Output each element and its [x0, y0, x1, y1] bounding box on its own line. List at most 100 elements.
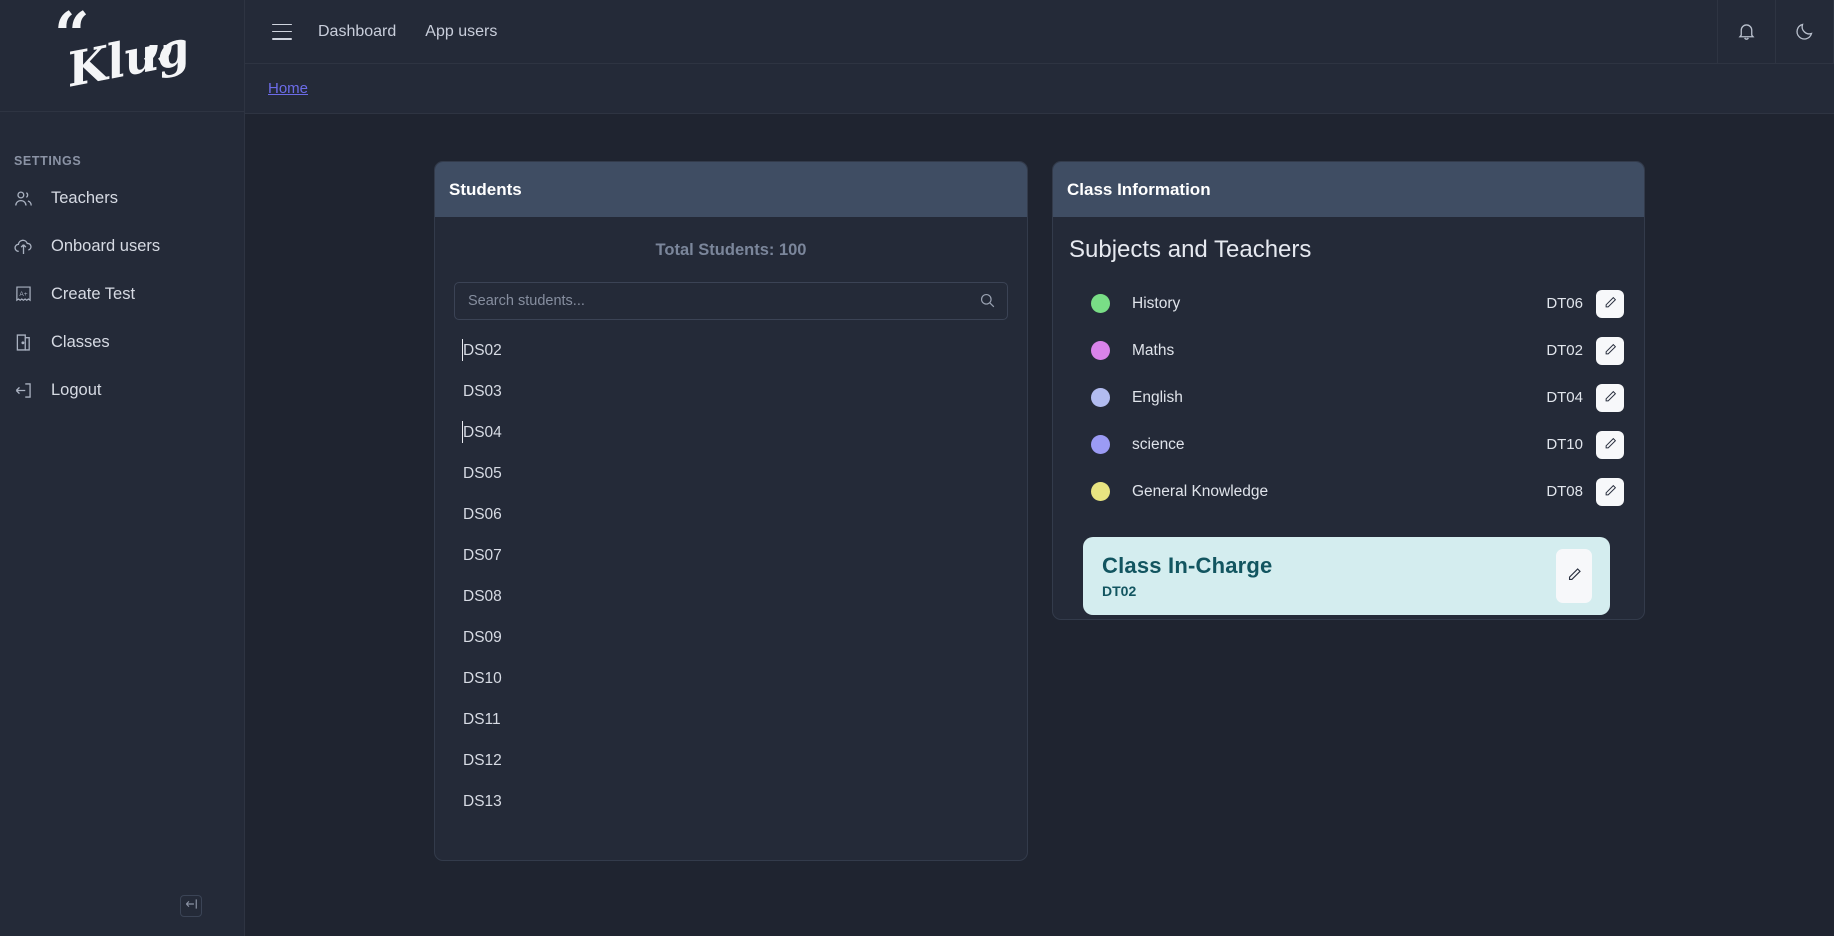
subject-row[interactable]: History DT06 [1069, 280, 1624, 327]
bell-icon[interactable] [1717, 0, 1775, 64]
sidebar-item-create-test[interactable]: A+ Create Test [0, 270, 244, 318]
class-in-charge-card[interactable]: Class In-Charge DT02 [1083, 537, 1610, 615]
subject-row[interactable]: science DT10 [1069, 421, 1624, 468]
student-id: DS10 [463, 670, 502, 688]
sidebar-item-teachers[interactable]: Teachers [0, 174, 244, 222]
subject-row[interactable]: General Knowledge DT08 [1069, 468, 1624, 515]
list-item[interactable]: DS02 [435, 330, 1027, 371]
logout-icon [13, 380, 34, 401]
top-bar: Dashboard App users [245, 0, 1834, 64]
edit-subject-button[interactable] [1596, 384, 1624, 412]
student-id: DS09 [463, 629, 502, 647]
student-id: DS03 [463, 383, 502, 401]
hamburger-icon[interactable] [272, 24, 292, 40]
subject-name: General Knowledge [1132, 483, 1268, 501]
moon-icon[interactable] [1775, 0, 1833, 64]
total-students-label: Total Students: 100 [435, 217, 1027, 260]
quote-close-glyph: ” [141, 38, 177, 100]
student-id: DS04 [463, 424, 502, 442]
teacher-code: DT10 [1546, 436, 1583, 453]
sidebar-item-logout[interactable]: Logout [0, 366, 244, 414]
pencil-icon [1566, 566, 1583, 586]
student-id: DS13 [463, 793, 502, 811]
teacher-code: DT02 [1546, 342, 1583, 359]
list-item[interactable]: DS07 [435, 535, 1027, 576]
subject-row[interactable]: English DT04 [1069, 374, 1624, 421]
class-in-charge-title: Class In-Charge [1102, 553, 1273, 579]
list-item-selected[interactable]: DS04 [435, 412, 1027, 453]
teacher-code: DT04 [1546, 389, 1583, 406]
search-input[interactable] [454, 282, 1008, 320]
class-panel-body: Subjects and Teachers History DT06 [1053, 217, 1644, 620]
student-id: DS02 [463, 342, 502, 360]
class-panel-title: Class Information [1053, 162, 1644, 217]
student-id: DS08 [463, 588, 502, 606]
subject-color-dot [1091, 435, 1110, 454]
list-item[interactable]: DS13 [435, 781, 1027, 822]
list-item[interactable]: DS10 [435, 658, 1027, 699]
top-nav: Dashboard App users [318, 23, 497, 41]
list-item[interactable]: DS11 [435, 699, 1027, 740]
student-id: DS06 [463, 506, 502, 524]
door-icon [13, 332, 34, 353]
breadcrumb: Home [245, 64, 1834, 114]
students-panel-title: Students [435, 162, 1027, 217]
list-item[interactable]: DS06 [435, 494, 1027, 535]
subject-color-dot [1091, 388, 1110, 407]
sidebar-item-onboard-users[interactable]: Onboard users [0, 222, 244, 270]
brand-logo[interactable]: “ Klug ” [0, 0, 244, 112]
subject-name: science [1132, 436, 1185, 454]
sidebar-collapse-button[interactable] [180, 895, 202, 917]
collapse-left-icon [184, 897, 198, 916]
test-paper-icon: A+ [13, 284, 34, 305]
student-id: DS07 [463, 547, 502, 565]
class-in-charge-teacher: DT02 [1102, 583, 1273, 599]
top-nav-app-users[interactable]: App users [425, 23, 497, 41]
teacher-code: DT06 [1546, 295, 1583, 312]
pencil-icon [1603, 436, 1618, 454]
main-area: Dashboard App users Home [245, 0, 1834, 936]
subject-row[interactable]: Maths DT02 [1069, 327, 1624, 374]
pencil-icon [1603, 483, 1618, 501]
sidebar-item-label: Classes [51, 333, 110, 352]
sidebar-item-label: Onboard users [51, 237, 160, 256]
edit-subject-button[interactable] [1596, 290, 1624, 318]
edit-subject-button[interactable] [1596, 431, 1624, 459]
sidebar-section-label: SETTINGS [14, 154, 244, 168]
content-area: Students Total Students: 100 DS02 DS03 D… [245, 114, 1834, 936]
class-information-panel: Class Information Subjects and Teachers … [1052, 161, 1645, 620]
edit-class-in-charge-button[interactable] [1556, 549, 1592, 603]
app-root: “ Klug ” SETTINGS Teachers Onb [0, 0, 1834, 936]
edit-subject-button[interactable] [1596, 478, 1624, 506]
students-search [454, 282, 1008, 320]
subject-color-dot [1091, 294, 1110, 313]
teacher-code: DT08 [1546, 483, 1583, 500]
subject-color-dot [1091, 482, 1110, 501]
top-nav-dashboard[interactable]: Dashboard [318, 23, 396, 41]
list-item[interactable]: DS05 [435, 453, 1027, 494]
sidebar-item-classes[interactable]: Classes [0, 318, 244, 366]
pencil-icon [1603, 342, 1618, 360]
student-id: DS05 [463, 465, 502, 483]
class-in-charge-text: Class In-Charge DT02 [1102, 553, 1273, 599]
cloud-upload-icon [13, 236, 34, 257]
subject-name: History [1132, 295, 1180, 313]
list-item[interactable]: DS03 [435, 371, 1027, 412]
subject-color-dot [1091, 341, 1110, 360]
sidebar-item-label: Logout [51, 381, 101, 400]
users-icon [13, 188, 34, 209]
search-icon[interactable] [978, 291, 997, 315]
sidebar: “ Klug ” SETTINGS Teachers Onb [0, 0, 245, 936]
student-id: DS11 [463, 711, 501, 729]
list-item[interactable]: DS12 [435, 740, 1027, 781]
pencil-icon [1603, 389, 1618, 407]
subject-name: English [1132, 389, 1183, 407]
edit-subject-button[interactable] [1596, 337, 1624, 365]
list-item[interactable]: DS09 [435, 617, 1027, 658]
subjects-heading: Subjects and Teachers [1069, 236, 1624, 264]
breadcrumb-item-home[interactable]: Home [268, 80, 308, 97]
student-list[interactable]: DS02 DS03 DS04 DS05 DS06 DS07 DS08 DS09 … [435, 330, 1027, 860]
list-item[interactable]: DS08 [435, 576, 1027, 617]
svg-text:A+: A+ [19, 290, 27, 297]
pencil-icon [1603, 295, 1618, 313]
